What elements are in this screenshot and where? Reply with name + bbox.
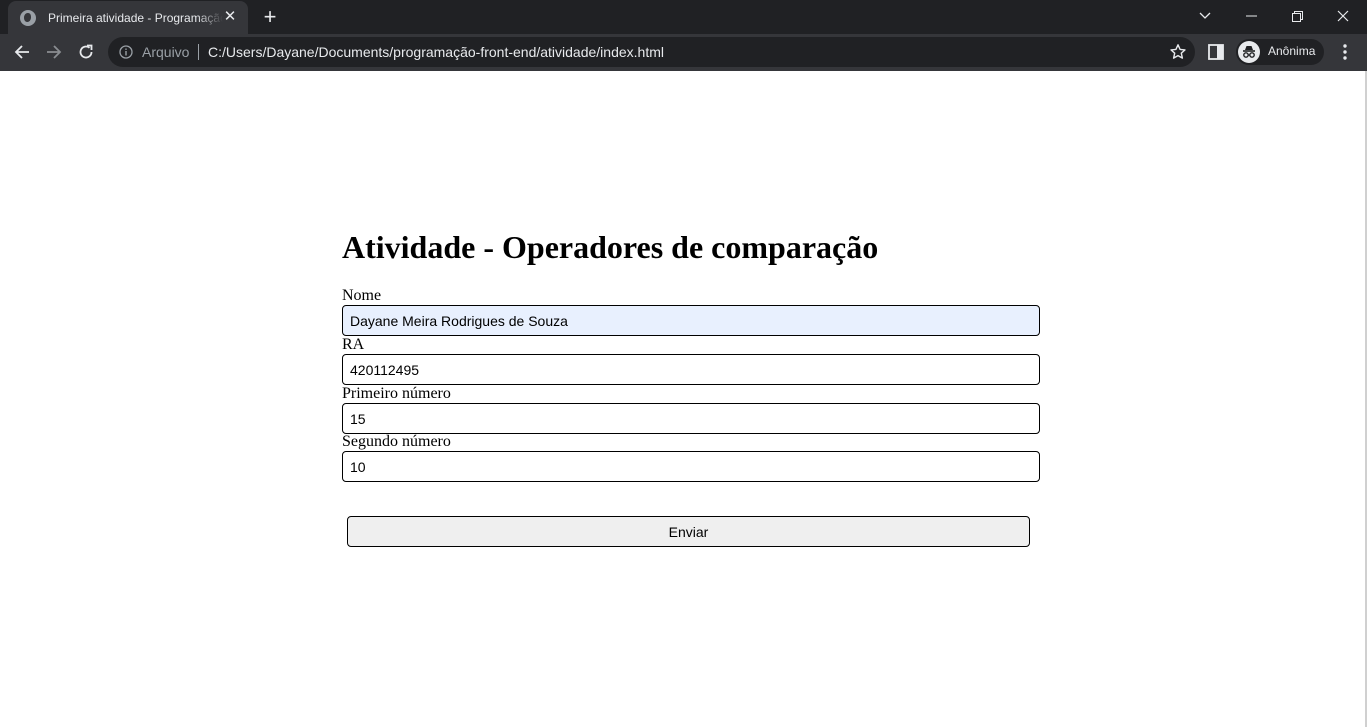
browser-toolbar: Arquivo C:/Users/Dayane/Documents/progra… <box>0 34 1367 71</box>
browser-tab[interactable]: Primeira atividade - Programação ✕ <box>8 1 248 34</box>
reload-button[interactable] <box>72 38 100 66</box>
submit-button[interactable]: Enviar <box>347 516 1030 547</box>
forward-button[interactable] <box>40 38 68 66</box>
name-input[interactable] <box>342 305 1040 336</box>
close-window-button[interactable] <box>1320 0 1366 32</box>
forward-arrow-icon <box>47 45 62 59</box>
bookmark-star-icon[interactable] <box>1169 43 1187 61</box>
reload-icon <box>79 44 93 59</box>
incognito-icon <box>1238 41 1260 63</box>
incognito-profile-button[interactable]: Anônima <box>1236 39 1324 65</box>
first-number-label: Primeiro número <box>342 385 451 402</box>
address-bar[interactable]: Arquivo C:/Users/Dayane/Documents/progra… <box>108 37 1195 67</box>
name-label: Nome <box>342 287 382 304</box>
ra-input[interactable] <box>342 354 1040 385</box>
info-icon[interactable] <box>119 45 133 59</box>
close-tab-icon[interactable]: ✕ <box>222 9 238 25</box>
kebab-menu-icon[interactable] <box>1335 42 1355 62</box>
url-text[interactable]: C:/Users/Dayane/Documents/programação-fr… <box>208 44 664 60</box>
page-title: Atividade - Operadores de comparação <box>342 229 879 265</box>
profile-label: Anônima <box>1268 44 1316 58</box>
title-bar: Primeira atividade - Programação ✕ + <box>0 0 1367 34</box>
globe-icon <box>20 9 36 26</box>
tab-title: Primeira atividade - Programação <box>48 10 223 25</box>
first-number-input[interactable] <box>342 403 1040 434</box>
page-content: Atividade - Operadores de comparação Nom… <box>0 71 1365 727</box>
address-separator <box>198 44 199 60</box>
new-tab-button[interactable]: + <box>258 5 282 29</box>
back-button[interactable] <box>8 38 36 66</box>
restore-button[interactable] <box>1274 0 1320 32</box>
scheme-label: Arquivo <box>142 44 190 60</box>
second-number-label: Segundo número <box>342 433 451 450</box>
ra-label: RA <box>342 336 365 353</box>
tab-search-button[interactable] <box>1182 0 1228 32</box>
back-arrow-icon <box>14 45 29 59</box>
second-number-input[interactable] <box>342 451 1040 482</box>
side-panel-icon[interactable] <box>1207 43 1225 61</box>
minimize-button[interactable] <box>1228 0 1274 32</box>
